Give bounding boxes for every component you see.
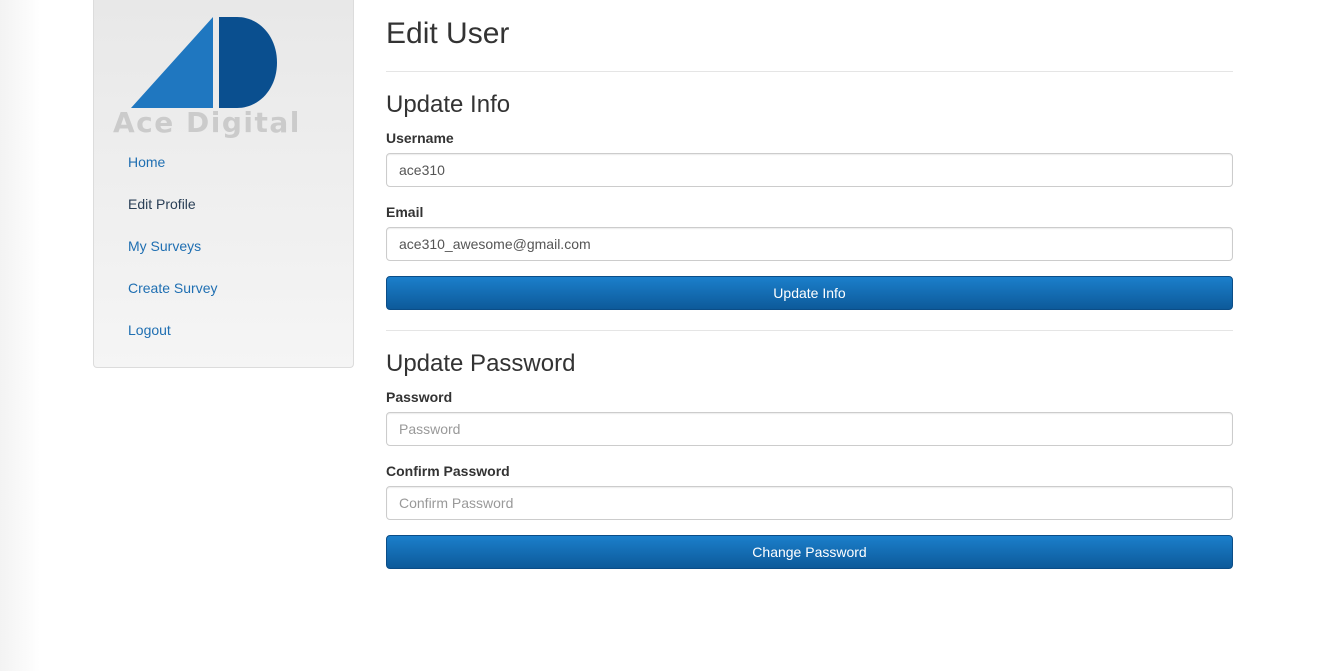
password-label: Password bbox=[386, 389, 453, 405]
confirm-password-label: Confirm Password bbox=[386, 463, 510, 479]
sidebar-item-my-surveys: My Surveys bbox=[128, 236, 217, 278]
sidebar-item-home: Home bbox=[128, 152, 217, 194]
sidebar-link-create-survey[interactable]: Create Survey bbox=[128, 280, 217, 296]
email-input[interactable] bbox=[386, 227, 1233, 261]
title-divider bbox=[386, 71, 1233, 72]
change-password-button[interactable]: Change Password bbox=[386, 535, 1233, 569]
ace-digital-logo[interactable]: Ace Digital bbox=[94, 0, 355, 145]
update-info-heading: Update Info bbox=[386, 91, 511, 118]
username-label: Username bbox=[386, 130, 454, 146]
sidebar-nav: Home Edit Profile My Surveys Create Surv… bbox=[128, 152, 217, 362]
update-password-heading: Update Password bbox=[386, 350, 576, 377]
sidebar-item-logout: Logout bbox=[128, 320, 217, 362]
update-info-button[interactable]: Update Info bbox=[386, 276, 1233, 310]
logo-mark-icon bbox=[131, 17, 277, 108]
sidebar-link-home[interactable]: Home bbox=[128, 154, 165, 170]
section-divider bbox=[386, 330, 1233, 331]
sidebar-link-edit-profile[interactable]: Edit Profile bbox=[128, 196, 196, 212]
email-label: Email bbox=[386, 204, 424, 220]
password-input[interactable] bbox=[386, 412, 1233, 446]
sidebar-item-edit-profile: Edit Profile bbox=[128, 194, 217, 236]
logo-text: Ace Digital bbox=[113, 106, 301, 139]
sidebar-item-create-survey: Create Survey bbox=[128, 278, 217, 320]
sidebar-link-logout[interactable]: Logout bbox=[128, 322, 171, 338]
confirm-password-input[interactable] bbox=[386, 486, 1233, 520]
username-input[interactable] bbox=[386, 153, 1233, 187]
sidebar: Ace Digital Home Edit Profile My Surveys… bbox=[93, 0, 354, 368]
sidebar-link-my-surveys[interactable]: My Surveys bbox=[128, 238, 201, 254]
page-title: Edit User bbox=[386, 17, 510, 50]
